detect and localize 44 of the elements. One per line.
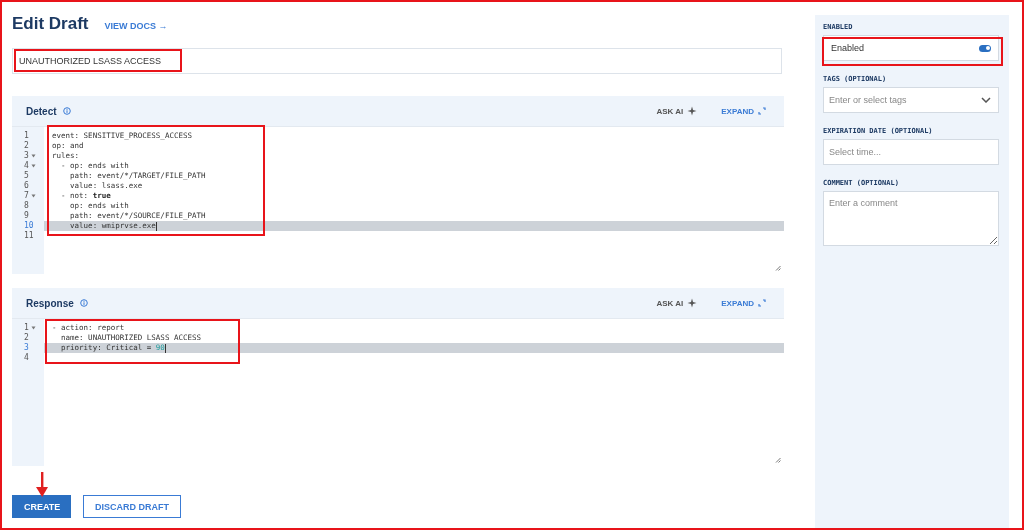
line-number: 4: [24, 353, 29, 363]
line-number: 1: [24, 323, 29, 333]
resize-handle-icon: [775, 457, 781, 463]
view-docs-link[interactable]: VIEW DOCS →: [104, 21, 168, 31]
line-number: 4: [24, 161, 29, 171]
chevron-down-icon: [981, 97, 991, 103]
sparkle-icon: [687, 106, 698, 116]
fold-caret-icon: [30, 326, 36, 330]
annotation-arrow: [35, 472, 49, 498]
fold-caret-icon: [30, 194, 36, 198]
info-icon: [62, 107, 71, 115]
expand-button[interactable]: EXPAND: [721, 298, 766, 308]
line-number: 10: [24, 221, 34, 231]
line-number: 2: [24, 333, 29, 343]
discard-draft-button[interactable]: DISCARD DRAFT: [83, 495, 181, 518]
line-number: 3: [24, 151, 29, 161]
line-number: 7: [24, 191, 29, 201]
line-number: 6: [24, 181, 29, 191]
line-number: 8: [24, 201, 29, 211]
line-number: 11: [24, 231, 34, 241]
ask-ai-button[interactable]: ASK AI: [656, 106, 698, 116]
expand-icon: [758, 107, 766, 115]
expand-icon: [758, 299, 766, 307]
comment-field[interactable]: Enter a comment: [823, 191, 999, 246]
line-number: 9: [24, 211, 29, 221]
expand-button[interactable]: EXPAND: [721, 106, 766, 116]
tags-select[interactable]: Enter or select tags: [823, 87, 999, 113]
panel-title: Response: [26, 297, 74, 309]
sparkle-icon: [687, 298, 698, 308]
line-number: 3: [24, 343, 29, 353]
ask-ai-button[interactable]: ASK AI: [656, 298, 698, 308]
info-icon: [79, 299, 88, 307]
line-number: 1: [24, 131, 29, 141]
enabled-field[interactable]: Enabled: [823, 35, 999, 61]
line-number: 2: [24, 141, 29, 151]
field-value: Enabled: [831, 43, 865, 53]
expiration-date-field[interactable]: Select time...: [823, 139, 999, 165]
toggle-switch[interactable]: [979, 44, 991, 52]
page-title: Edit Draft: [12, 14, 89, 34]
create-button[interactable]: CREATE: [12, 495, 71, 518]
panel-title: Detect: [26, 105, 57, 117]
line-number: 5: [24, 171, 29, 181]
rule-name-field[interactable]: UNAUTHORIZED LSASS ACCESS: [12, 48, 782, 74]
resize-handle-icon: [775, 265, 781, 271]
